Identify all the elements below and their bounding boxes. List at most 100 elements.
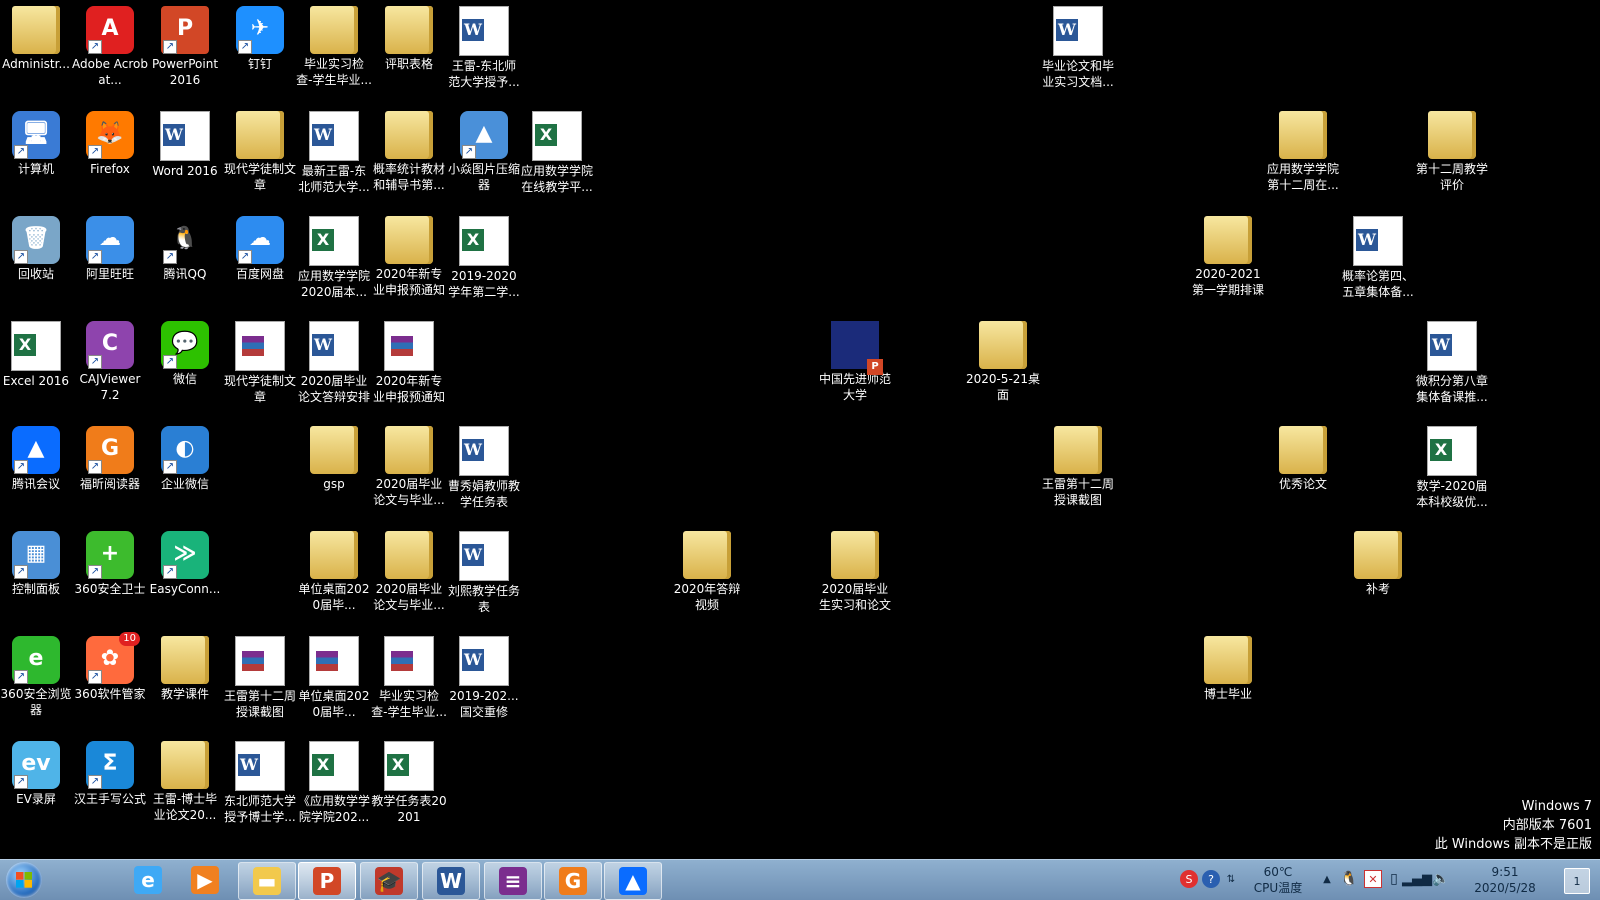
desktop-icon[interactable]: 王雷第十二周授课截图 <box>222 632 298 720</box>
desktop-icon-label: 概率论第四、五章集体备... <box>1341 269 1414 299</box>
desktop-icon[interactable]: ▦ 控制面板 <box>0 527 74 597</box>
desktop-icon[interactable]: 2020届毕业论文与毕业... <box>371 527 447 613</box>
desktop-icon[interactable]: ▲小焱图片压缩器 <box>446 107 522 193</box>
desktop-icon[interactable]: +360安全卫士 <box>72 527 148 597</box>
desktop-icon[interactable]: ☁ 阿里旺旺 <box>72 212 148 282</box>
folder-icon <box>12 6 60 54</box>
desktop-icon[interactable]: W 东北师范大学授予博士学... <box>222 737 298 825</box>
desktop-icon[interactable]: Σ 汉王手写公式 <box>72 737 148 807</box>
desktop-icon-label: CAJViewer 7.2 <box>79 372 141 402</box>
desktop-icon[interactable]: 现代学徒制文章 <box>222 107 298 193</box>
desktop-icon[interactable]: 博士毕业 <box>1190 632 1266 702</box>
desktop-icon[interactable]: 🖥 计算机 <box>0 107 74 177</box>
desktop-icon[interactable]: 2020年新专业申报预通知 <box>371 317 447 405</box>
desktop-icon[interactable]: gsp <box>296 422 372 492</box>
desktop-icon[interactable]: 2020年答辩视频 <box>669 527 745 613</box>
network-icon[interactable]: ▂▄▆ <box>1402 870 1432 888</box>
desktop-icon[interactable]: CCAJViewer 7.2 <box>72 317 148 403</box>
desktop-icon[interactable]: Administr... <box>0 2 74 72</box>
action-center-icon[interactable]: 1 <box>1564 868 1590 894</box>
desktop-icon[interactable]: 王雷-博士毕业论文20... <box>147 737 223 823</box>
desktop-icon[interactable]: W 概率论第四、五章集体备... <box>1340 212 1416 300</box>
security-tray-icon[interactable]: ✕ <box>1364 870 1382 888</box>
desktop-icon[interactable]: X 应用数学学院在线教学平... <box>519 107 595 195</box>
start-button[interactable] <box>6 862 42 898</box>
desktop-icon[interactable]: W Word 2016 <box>147 107 223 179</box>
desktop-icon[interactable]: 优秀论文 <box>1265 422 1341 492</box>
desktop-icon[interactable]: 单位桌面2020届毕... <box>296 527 372 613</box>
desktop-icon[interactable]: 概率统计教材和辅导书第... <box>371 107 447 193</box>
desktop-icon[interactable]: W 微积分第八章集体备课推... <box>1414 317 1490 405</box>
desktop-icon[interactable]: W 曹秀娟教师教学任务表 <box>446 422 522 510</box>
desktop-icon[interactable]: PPowerPoint 2016 <box>147 2 223 88</box>
desktop-icon[interactable]: 应用数学学院第十二周在... <box>1265 107 1341 193</box>
taskbar-tencent-meeting-button[interactable]: ▲ <box>604 862 662 900</box>
taskbar-graduation-app-button[interactable]: 🎓 <box>360 862 418 900</box>
desktop-icon[interactable]: 🗑 回收站 <box>0 212 74 282</box>
desktop-icon[interactable]: ◐ 企业微信 <box>147 422 223 492</box>
cpu-temp-widget[interactable]: 60℃ CPU温度 <box>1240 864 1316 896</box>
desktop-icon[interactable]: ✿10 360软件管家 <box>72 632 148 702</box>
desktop-icon-label: 2019-202...国交重修 <box>449 689 519 719</box>
desktop-icon[interactable]: W 2020届毕业论文答辩安排 <box>296 317 372 405</box>
folder-icon <box>385 111 433 159</box>
desktop-icon[interactable]: ≫ EasyConn... <box>147 527 223 597</box>
taskbar-explorer-button[interactable]: ▬ <box>238 862 296 900</box>
taskbar-winrar-button[interactable]: ≡ <box>484 862 542 900</box>
desktop-icon[interactable]: X 教学任务表20201 <box>371 737 447 825</box>
desktop-icon[interactable]: 补考 <box>1340 527 1416 597</box>
desktop-icon[interactable]: P 中国先进师范大学 <box>817 317 893 403</box>
desktop-icon[interactable]: 2020届毕业论文与毕业... <box>371 422 447 508</box>
app-shortcut-icon: C <box>86 321 134 369</box>
taskbar-powerpoint-button[interactable]: P <box>298 862 356 900</box>
desktop-icon[interactable]: 王雷第十二周授课截图 <box>1040 422 1116 508</box>
desktop-icon[interactable]: X 数学-2020届本科校级优... <box>1414 422 1490 510</box>
volume-icon[interactable]: 🔈 <box>1432 870 1450 888</box>
desktop-icon[interactable]: 2020年新专业申报预通知 <box>371 212 447 298</box>
desktop-icon[interactable]: X 应用数学学院2020届本... <box>296 212 372 300</box>
desktop-icon[interactable]: e360安全浏览器 <box>0 632 74 718</box>
sogou-ime-icon[interactable]: S <box>1180 870 1198 888</box>
desktop-icon[interactable]: ☁ 百度网盘 <box>222 212 298 282</box>
desktop-icon[interactable]: W 王雷-东北师范大学授予... <box>446 2 522 90</box>
desktop-icon[interactable]: W 刘熙教学任务表 <box>446 527 522 615</box>
desktop-icon[interactable]: W 2019-202...国交重修 <box>446 632 522 720</box>
desktop-icon[interactable]: 🐧 腾讯QQ <box>147 212 223 282</box>
desktop-icon[interactable]: 评职表格 <box>371 2 447 72</box>
app-shortcut-icon: 🦊 <box>86 111 134 159</box>
usb-device-icon[interactable]: ▯ <box>1386 870 1402 888</box>
help-icon[interactable]: ? <box>1202 870 1220 888</box>
desktop-icon[interactable]: ✈ 钉钉 <box>222 2 298 72</box>
desktop-icon[interactable]: 教学课件 <box>147 632 223 702</box>
desktop-icon[interactable]: ▲ 腾讯会议 <box>0 422 74 492</box>
desktop-icon[interactable]: 💬 微信 <box>147 317 223 387</box>
ime-toggle-icon[interactable]: ⇅ <box>1224 866 1238 892</box>
qq-tray-icon[interactable]: 🐧 <box>1340 870 1358 888</box>
desktop-icon[interactable]: 2020届毕业生实习和论文 <box>817 527 893 613</box>
desktop-icon-label: 《应用数学学院学院202... <box>297 794 370 824</box>
taskbar-foxit-button[interactable]: G <box>544 862 602 900</box>
desktop-icon[interactable]: 毕业实习检查-学生毕业... <box>296 2 372 88</box>
desktop-icon[interactable]: W 毕业论文和毕业实习文档... <box>1040 2 1116 90</box>
desktop-icon[interactable]: AAdobe Acrobat... <box>72 2 148 88</box>
desktop-icon[interactable]: X 《应用数学学院学院202... <box>296 737 372 825</box>
desktop-icon[interactable]: G 福昕阅读器 <box>72 422 148 492</box>
desktop-icon[interactable]: 毕业实习检查-学生毕业... <box>371 632 447 720</box>
desktop-icon-label: 汉王手写公式 <box>73 792 146 806</box>
taskbar-media-player-button[interactable]: ▶ <box>177 862 233 898</box>
desktop-icon[interactable]: X Excel 2016 <box>0 317 74 389</box>
taskbar-word-button[interactable]: W <box>422 862 480 900</box>
explorer-icon: ▬ <box>253 867 281 895</box>
desktop-icon[interactable]: 单位桌面2020届毕... <box>296 632 372 720</box>
desktop-icon[interactable]: W 最新王雷-东北师范大学... <box>296 107 372 195</box>
desktop-icon[interactable]: X 2019-2020学年第二学... <box>446 212 522 300</box>
desktop-icon[interactable]: 🦊 Firefox <box>72 107 148 177</box>
desktop-icon[interactable]: 2020-2021第一学期排课 <box>1190 212 1266 298</box>
taskbar-ie-button[interactable]: e <box>120 862 176 898</box>
desktop-icon[interactable]: 现代学徒制文章 <box>222 317 298 405</box>
desktop-icon[interactable]: 2020-5-21桌面 <box>965 317 1041 403</box>
desktop-icon[interactable]: 第十二周教学评价 <box>1414 107 1490 193</box>
show-hidden-icons-icon[interactable]: ▲ <box>1320 872 1334 886</box>
desktop-icon[interactable]: ev EV录屏 <box>0 737 74 807</box>
clock[interactable]: 9:51 2020/5/28 <box>1460 864 1550 896</box>
